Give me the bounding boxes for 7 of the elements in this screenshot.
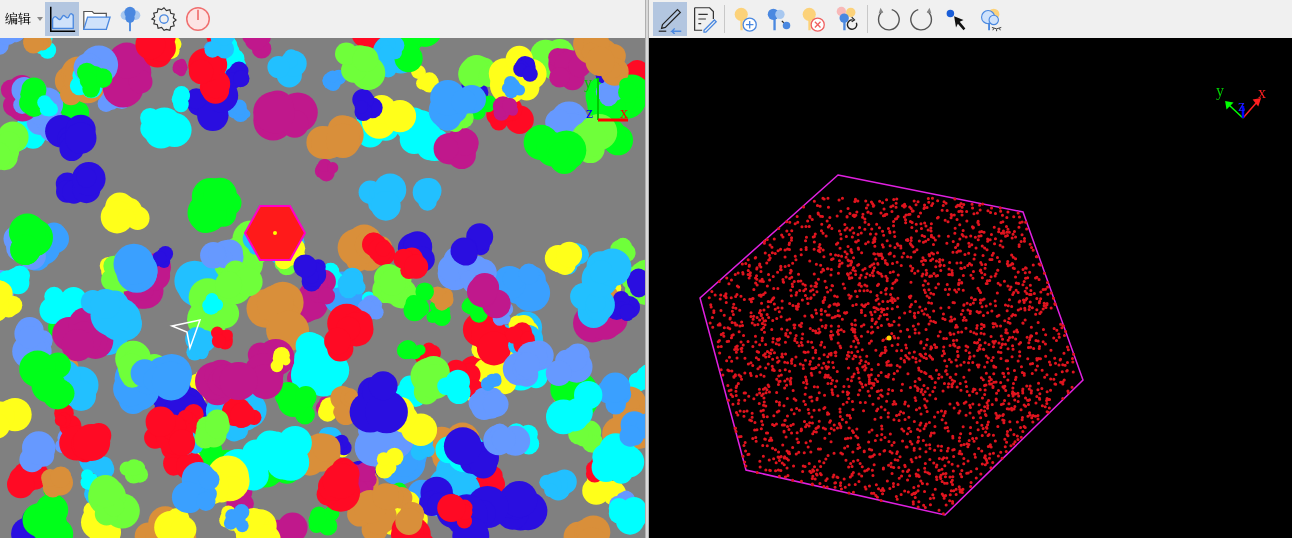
axis-label: z bbox=[586, 104, 594, 121]
axis-label: y bbox=[1216, 82, 1224, 99]
axis-label: y bbox=[584, 74, 592, 91]
axis-label: z bbox=[1238, 97, 1246, 114]
axis-label: x bbox=[1258, 84, 1266, 101]
mode-dropdown[interactable]: 编辑 bbox=[0, 2, 45, 36]
axis-label: x bbox=[620, 104, 628, 121]
